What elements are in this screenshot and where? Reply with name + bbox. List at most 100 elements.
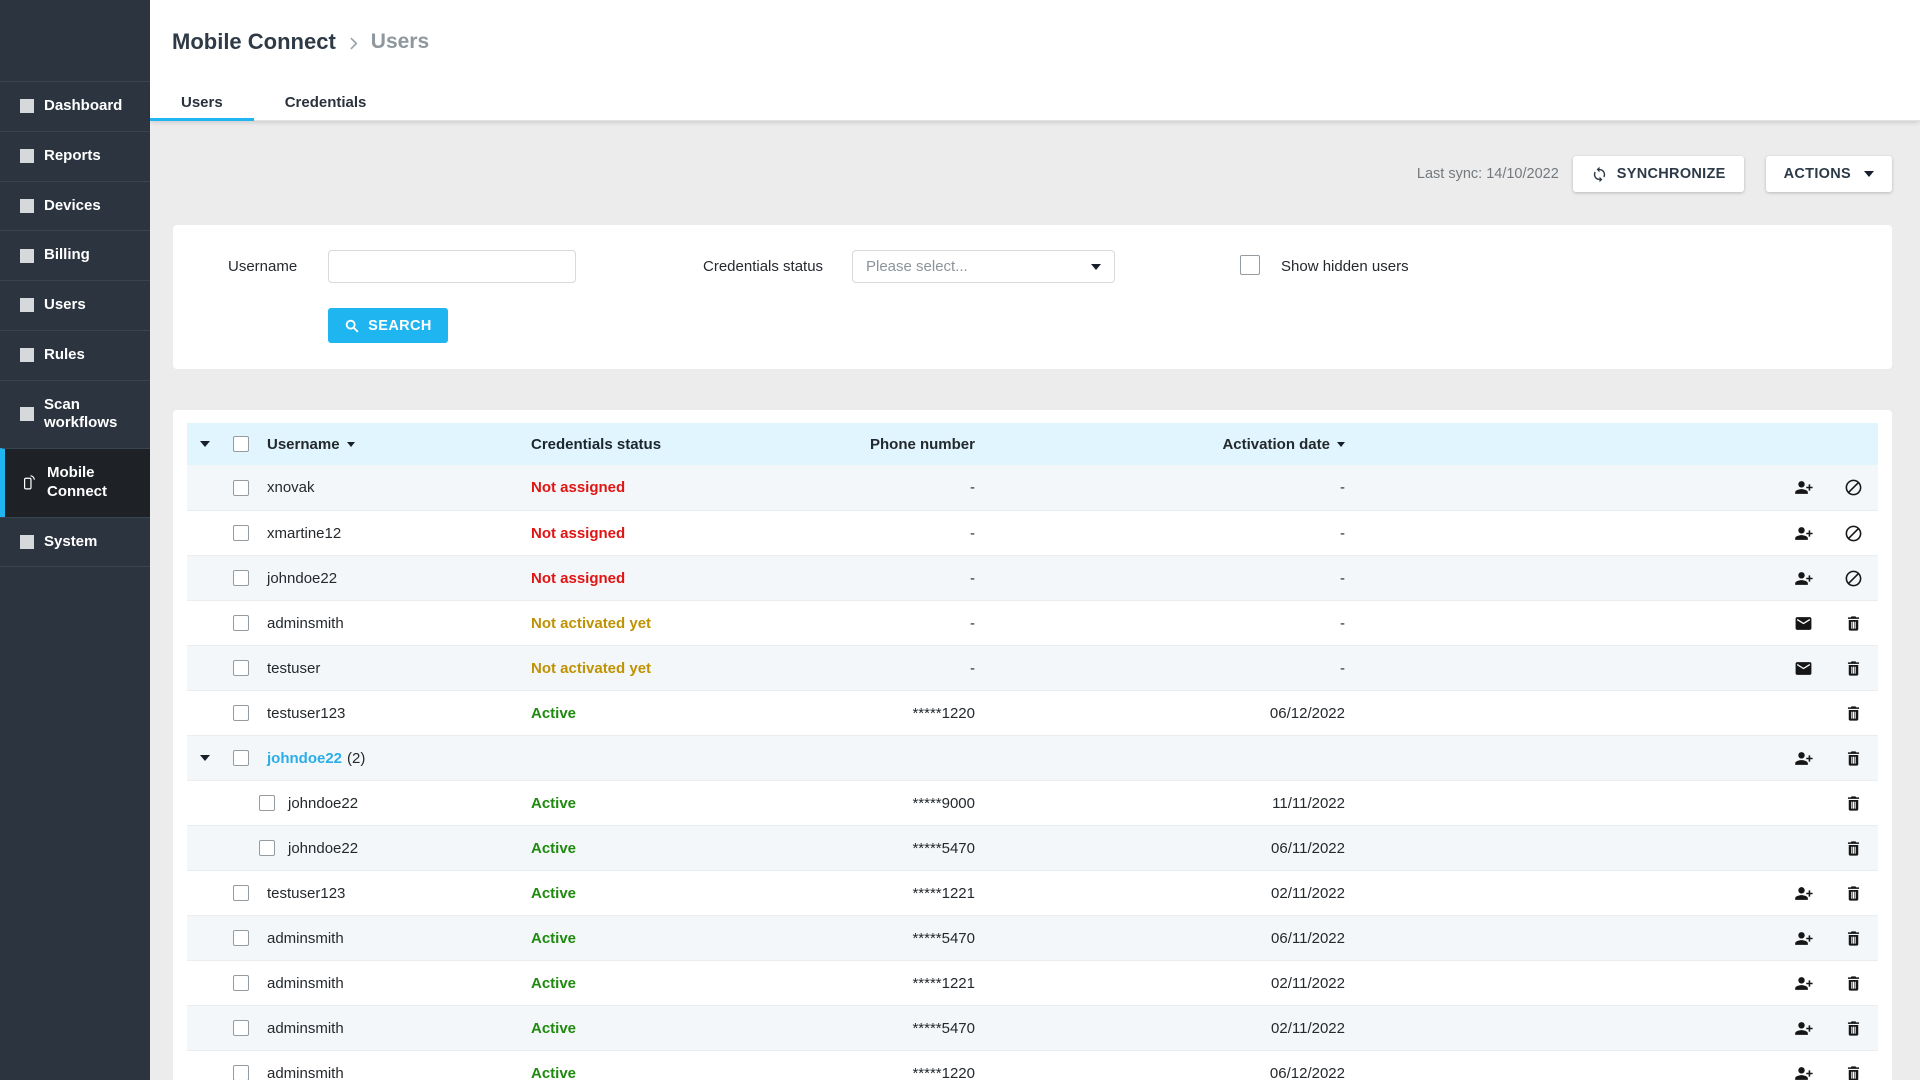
group-expand-caret-icon[interactable]	[187, 710, 223, 716]
username-cell: xnovak	[267, 479, 315, 496]
group-expand-caret-icon[interactable]	[187, 890, 223, 896]
row-actions	[1738, 1019, 1878, 1038]
group-expand-caret-icon[interactable]	[187, 935, 223, 941]
person-add-icon[interactable]	[1778, 749, 1828, 768]
phone-number-cell: *****1220	[795, 1065, 975, 1080]
column-header-username[interactable]: Username	[259, 436, 531, 453]
group-expand-caret-icon[interactable]	[187, 1070, 223, 1076]
select-all-checkbox[interactable]	[233, 436, 249, 452]
envelope-icon[interactable]	[1778, 614, 1828, 633]
sidebar-item-mobile-connect[interactable]: Mobile Connect	[0, 448, 150, 517]
column-header-credentials-status: Credentials status	[531, 436, 795, 453]
sidebar-item-system[interactable]: System	[0, 517, 150, 568]
row-checkbox[interactable]	[233, 930, 249, 946]
person-add-icon[interactable]	[1778, 569, 1828, 588]
table-row: xmartine12 Not assigned - -	[187, 510, 1878, 555]
placeholder-square-icon	[20, 99, 34, 113]
show-hidden-users-checkbox[interactable]	[1240, 255, 1260, 275]
group-expand-caret-icon[interactable]	[187, 755, 223, 761]
ban-icon[interactable]	[1828, 524, 1878, 543]
person-add-icon[interactable]	[1778, 478, 1828, 497]
sidebar-item-dashboard[interactable]: Dashboard	[0, 81, 150, 131]
person-add-icon[interactable]	[1778, 974, 1828, 993]
sidebar-item-reports[interactable]: Reports	[0, 131, 150, 181]
username-cell[interactable]: johndoe22	[267, 750, 342, 767]
search-button[interactable]: SEARCH	[328, 308, 448, 343]
person-add-icon[interactable]	[1778, 524, 1828, 543]
trash-icon[interactable]	[1828, 974, 1878, 993]
breadcrumb-parent[interactable]: Mobile Connect	[172, 29, 336, 55]
envelope-icon[interactable]	[1778, 659, 1828, 678]
credentials-status-cell: Not activated yet	[531, 615, 795, 632]
group-expand-caret-icon[interactable]	[187, 845, 223, 851]
credentials-status-cell: Active	[531, 1065, 795, 1080]
sidebar-item-users[interactable]: Users	[0, 280, 150, 330]
username-cell: adminsmith	[267, 1020, 344, 1037]
table-row: adminsmith Active *****5470 06/11/2022	[187, 915, 1878, 960]
phone-number-cell: -	[795, 479, 975, 496]
person-add-icon[interactable]	[1778, 929, 1828, 948]
group-expand-caret-icon[interactable]	[187, 530, 223, 536]
table-row: adminsmith Active *****5470 02/11/2022	[187, 1005, 1878, 1050]
search-icon	[344, 318, 360, 334]
row-checkbox[interactable]	[233, 570, 249, 586]
trash-icon[interactable]	[1828, 659, 1878, 678]
row-checkbox[interactable]	[233, 660, 249, 676]
ban-icon[interactable]	[1828, 478, 1878, 497]
group-expand-caret-icon[interactable]	[187, 1025, 223, 1031]
ban-icon[interactable]	[1828, 569, 1878, 588]
chevron-down-icon	[1864, 171, 1874, 177]
mobile-phone-icon	[20, 474, 37, 491]
trash-icon[interactable]	[1828, 704, 1878, 723]
expand-all-caret-icon[interactable]	[187, 441, 223, 447]
person-add-icon[interactable]	[1778, 1019, 1828, 1038]
sidebar-item-label: Mobile Connect	[47, 464, 142, 502]
group-expand-caret-icon[interactable]	[187, 575, 223, 581]
person-add-icon[interactable]	[1778, 1064, 1828, 1080]
username-cell: adminsmith	[267, 975, 344, 992]
trash-icon[interactable]	[1828, 884, 1878, 903]
group-expand-caret-icon[interactable]	[187, 485, 223, 491]
group-expand-caret-icon[interactable]	[187, 620, 223, 626]
activation-date-cell: 06/11/2022	[975, 840, 1345, 857]
synchronize-button[interactable]: SYNCHRONIZE	[1573, 156, 1744, 192]
row-checkbox[interactable]	[233, 705, 249, 721]
group-expand-caret-icon[interactable]	[187, 800, 223, 806]
phone-number-cell: -	[795, 615, 975, 632]
column-header-activation-date[interactable]: Activation date	[975, 436, 1345, 453]
row-checkbox[interactable]	[233, 975, 249, 991]
group-expand-caret-icon[interactable]	[187, 665, 223, 671]
tab-users[interactable]: Users	[150, 84, 254, 120]
credentials-status-cell: Not activated yet	[531, 660, 795, 677]
trash-icon[interactable]	[1828, 1064, 1878, 1080]
trash-icon[interactable]	[1828, 794, 1878, 813]
sidebar-item-scan-workflows[interactable]: Scan workflows	[0, 380, 150, 449]
credentials-status-select[interactable]: Please select...	[852, 250, 1115, 283]
table-row: johndoe22 Active *****9000 11/11/2022	[187, 780, 1878, 825]
actions-button[interactable]: ACTIONS	[1766, 156, 1892, 192]
sidebar-item-billing[interactable]: Billing	[0, 230, 150, 280]
row-checkbox[interactable]	[233, 615, 249, 631]
activation-date-cell: -	[975, 479, 1345, 496]
sidebar-item-label: Users	[44, 296, 86, 315]
tab-credentials[interactable]: Credentials	[254, 84, 398, 120]
row-checkbox[interactable]	[233, 525, 249, 541]
activation-date-cell: 02/11/2022	[975, 1020, 1345, 1037]
username-input[interactable]	[328, 250, 576, 283]
trash-icon[interactable]	[1828, 1019, 1878, 1038]
row-checkbox[interactable]	[233, 750, 249, 766]
row-checkbox[interactable]	[233, 1065, 249, 1080]
trash-icon[interactable]	[1828, 929, 1878, 948]
sidebar-item-devices[interactable]: Devices	[0, 181, 150, 231]
trash-icon[interactable]	[1828, 614, 1878, 633]
trash-icon[interactable]	[1828, 839, 1878, 858]
group-expand-caret-icon[interactable]	[187, 980, 223, 986]
row-checkbox[interactable]	[233, 885, 249, 901]
row-checkbox[interactable]	[233, 480, 249, 496]
row-checkbox[interactable]	[233, 1020, 249, 1036]
credentials-status-cell: Active	[531, 705, 795, 722]
sidebar-item-rules[interactable]: Rules	[0, 330, 150, 380]
trash-icon[interactable]	[1828, 749, 1878, 768]
chevron-down-icon	[1091, 264, 1101, 270]
person-add-icon[interactable]	[1778, 884, 1828, 903]
